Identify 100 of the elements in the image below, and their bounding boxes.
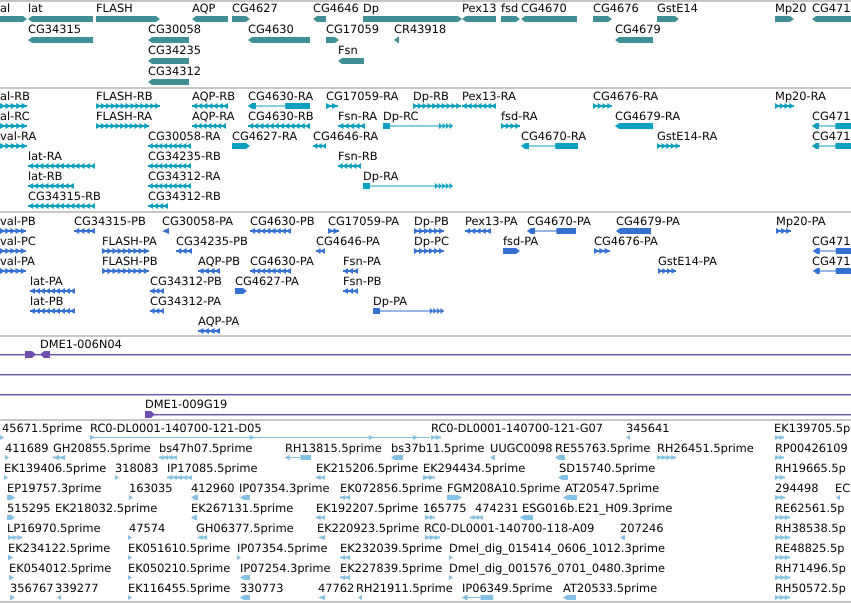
est-label: ESG016b.E21_H09.3prime: [522, 502, 672, 515]
est-label: RH50572.5p: [775, 582, 846, 595]
protein-label: CG4679-PA: [616, 215, 680, 228]
transcript-label: CG471: [812, 130, 851, 143]
est-label: bs47h07.5prime: [159, 442, 252, 455]
protein-label: Fsn-PB: [343, 275, 382, 288]
est-label: Dmel_dig_015414_0606_1012.3prime: [449, 542, 665, 555]
transcript-label: CG471: [812, 110, 851, 123]
est-label: RH38538.5p: [775, 522, 846, 535]
transcript-label: Fsn-RA: [338, 110, 378, 123]
transcript-label: FLASH-RA: [96, 110, 152, 123]
est-label: EK192207.5prime: [316, 502, 418, 515]
est-label: AT20533.5prime: [563, 582, 658, 595]
est-label: EK220923.5prime: [317, 522, 420, 535]
est-label: GH20855.5prime: [53, 442, 151, 455]
gene-label: Fsn: [338, 44, 358, 57]
est-label: IP07254.3prime: [240, 562, 331, 575]
transcript-label: Dp-RC: [383, 110, 418, 123]
est-label: 339277: [55, 582, 98, 595]
protein-label: CG34312-PA: [150, 295, 222, 308]
est-label: RE55763.5prime: [555, 442, 650, 455]
protein-label: CG4646-PA: [316, 235, 380, 248]
protein-label: Mp20-PA: [776, 215, 826, 228]
transcript-label: Fsn-RB: [338, 150, 378, 163]
est-label: EK267131.5prime: [191, 502, 294, 515]
est-label: IP06349.5prime: [462, 582, 553, 595]
est-label: EK139705.5p: [774, 422, 850, 435]
gene-label: CG4627: [232, 2, 278, 15]
protein-label: val-PB: [0, 215, 36, 228]
protein-label: Pex13-PA: [465, 215, 518, 228]
transcript-label: CG34312-RA: [148, 170, 220, 183]
protein-label: FLASH-PB: [102, 255, 158, 268]
protein-label: CG30058-PA: [162, 215, 234, 228]
est-label: EK227839.5prime: [340, 562, 442, 575]
est-label: 356767: [10, 582, 54, 595]
gene-label: fsd: [501, 2, 518, 15]
gene-label: CG34315: [28, 23, 82, 36]
gene-label: CG17059: [326, 23, 380, 36]
protein-label: CG4630-PB: [250, 215, 315, 228]
est-label: Dmel_dig_001576_0701_0480.3prime: [449, 562, 665, 575]
clone-label: DME1-009G19: [145, 398, 228, 411]
est-label: EK116455.5prime: [128, 582, 230, 595]
est-label: 412960: [191, 482, 234, 495]
est-label: RE62561.5p: [775, 502, 844, 515]
est-label: EC: [835, 482, 850, 495]
protein-label: CG471: [812, 235, 851, 248]
est-label: AT20547.5prime: [565, 482, 660, 495]
est-label: EK218032.5prime: [55, 502, 158, 515]
transcript-label: CG4646-RA: [313, 130, 378, 143]
transcript-label: GstE14-RA: [657, 130, 718, 143]
gene-label: CG30058: [148, 23, 202, 36]
protein-label: val-PA: [0, 255, 35, 268]
protein-label: FLASH-PA: [102, 235, 157, 248]
gene-label: Dp: [363, 2, 380, 15]
est-label: GH06377.5prime: [196, 522, 294, 535]
gene-label: al: [0, 2, 10, 15]
transcript-label: CG4630-RA: [248, 90, 314, 103]
protein-label: CG471: [812, 255, 851, 268]
gene-label: Pex13: [462, 2, 497, 15]
est-label: 47574: [129, 522, 166, 535]
gene-label: Mp20: [775, 2, 807, 15]
transcript-label: CG4630-RB: [248, 110, 314, 123]
transcript-label: Pex13-RA: [462, 90, 516, 103]
est-label: EK232039.5prime: [340, 542, 442, 555]
gene-label: CG4679: [615, 23, 661, 36]
gene-label: CR43918: [394, 23, 446, 36]
est-label: EK051610.5prime: [128, 542, 230, 555]
est-label: EK072856.5prime: [340, 482, 442, 495]
protein-label: Dp-PB: [414, 215, 449, 228]
transcript-label: lat-RA: [28, 150, 62, 163]
transcript-label: CG4627-RA: [232, 130, 298, 143]
est-label: EK215206.5prime: [316, 462, 418, 475]
est-label: 165775: [423, 502, 466, 515]
transcript-label: al-RC: [0, 110, 30, 123]
protein-label: lat-PB: [30, 295, 64, 308]
gene-label: AQP: [192, 2, 216, 15]
est-label: RC0-DL0001-140700-121-G07: [431, 422, 604, 435]
protein-label: Dp-PA: [373, 295, 408, 308]
protein-label: Dp-PC: [414, 235, 449, 248]
est-label: FGM208A10.5prime: [447, 482, 560, 495]
est-label: EK294434.5prime: [423, 462, 526, 475]
protein-label: GstE14-PA: [658, 255, 717, 268]
est-label: 163035: [129, 482, 172, 495]
transcript-label: CG30058-RA: [148, 130, 220, 143]
gene-label: lat: [28, 2, 43, 15]
transcript-label: val-RA: [0, 130, 36, 143]
transcript-label: fsd-RA: [501, 110, 538, 123]
est-label: 515295: [7, 502, 50, 515]
est-label: 45671.5prime: [2, 422, 82, 435]
gene-label: CG4670: [521, 2, 567, 15]
est-label: RE48825.5p: [775, 542, 844, 555]
gene-label: FLASH: [96, 2, 133, 15]
est-label: bs37b11.5prime: [391, 442, 484, 455]
transcript-label: Mp20-RA: [775, 90, 826, 103]
est-label: SD15740.5prime: [559, 462, 656, 475]
est-label: IP07354.3prime: [239, 482, 330, 495]
est-label: 47762: [318, 582, 354, 595]
gene-label: CG4676: [593, 2, 639, 15]
est-label: IP17085.5prime: [167, 462, 258, 475]
transcript-label: CG34315-RB: [28, 190, 101, 203]
